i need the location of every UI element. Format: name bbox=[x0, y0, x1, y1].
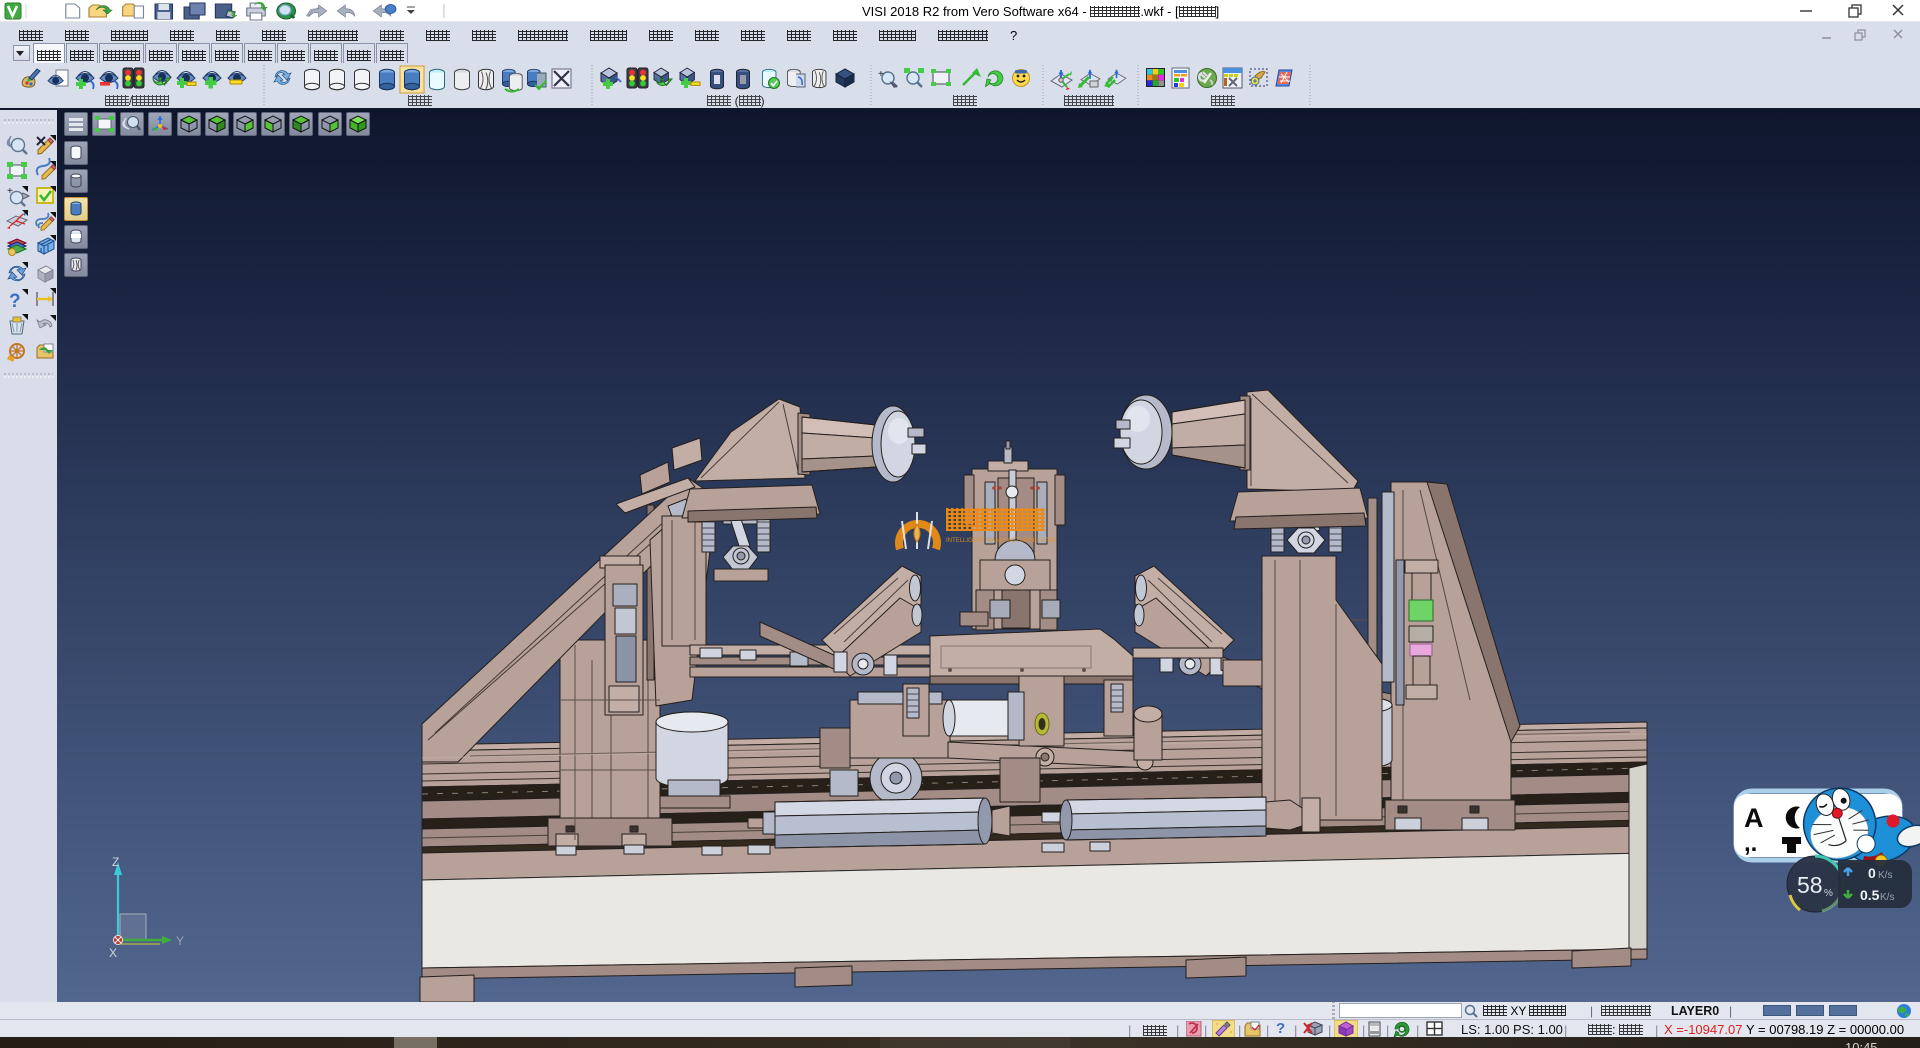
svg-text:INTELLIGENT MANUFACTURING DATA: INTELLIGENT MANUFACTURING DATA bbox=[946, 537, 1057, 544]
svg-text:?: ? bbox=[9, 291, 21, 312]
svg-text:X: X bbox=[109, 946, 117, 960]
svg-text:A: A bbox=[1744, 803, 1764, 833]
svg-text:0: 0 bbox=[1868, 865, 1876, 881]
svg-text:Y: Y bbox=[176, 934, 184, 948]
svg-text:K/s: K/s bbox=[1878, 870, 1892, 881]
svg-text:0.5: 0.5 bbox=[1860, 887, 1880, 903]
svg-text:K/s: K/s bbox=[1880, 892, 1894, 903]
svg-text:58: 58 bbox=[1797, 872, 1823, 898]
svg-text:,.: ,. bbox=[1744, 830, 1757, 857]
svg-text:Z: Z bbox=[112, 855, 119, 869]
svg-text:%: % bbox=[1824, 888, 1833, 899]
